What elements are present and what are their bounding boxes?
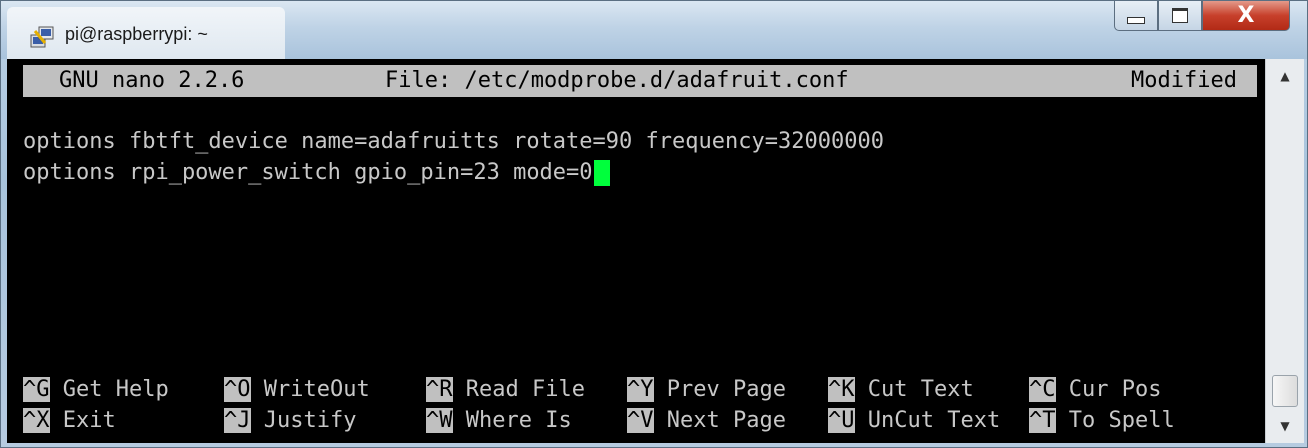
- shortcut-label: UnCut Text: [854, 408, 1001, 433]
- scrollbar-thumb[interactable]: [1272, 375, 1298, 407]
- shortcut-to-spell[interactable]: ^T To Spell: [1029, 406, 1175, 436]
- shortcut-writeout[interactable]: ^O WriteOut: [224, 375, 370, 405]
- nano-header-bar: GNU nano 2.2.6 File: /etc/modprobe.d/ada…: [23, 65, 1257, 97]
- shortcut-read-file[interactable]: ^R Read File: [426, 375, 585, 405]
- close-button[interactable]: X: [1202, 1, 1290, 31]
- shortcut-exit[interactable]: ^X Exit: [23, 406, 116, 436]
- title-tab: pi@raspberrypi: ~: [7, 7, 285, 59]
- shortcut-key: ^O: [224, 377, 251, 402]
- nano-modified-status: Modified: [1131, 68, 1237, 93]
- shortcut-key: ^U: [828, 408, 855, 433]
- editor-line-1[interactable]: options fbtft_device name=adafruitts rot…: [23, 127, 884, 157]
- editor-line-2[interactable]: options rpi_power_switch gpio_pin=23 mod…: [23, 158, 610, 188]
- shortcut-justify[interactable]: ^J Justify: [224, 406, 356, 436]
- minimize-button[interactable]: [1114, 1, 1158, 31]
- maximize-button[interactable]: [1158, 1, 1202, 31]
- scroll-up-arrow-icon[interactable]: ▲: [1266, 61, 1304, 91]
- title-bar[interactable]: pi@raspberrypi: ~ X: [1, 1, 1307, 59]
- shortcut-label: Prev Page: [653, 377, 786, 402]
- shortcut-key: ^C: [1029, 377, 1056, 402]
- editor-line-1-text: options fbtft_device name=adafruitts rot…: [23, 129, 884, 154]
- shortcut-get-help[interactable]: ^G Get Help: [23, 375, 169, 405]
- shortcut-key: ^X: [23, 408, 50, 433]
- vertical-scrollbar[interactable]: ▲ ▼: [1265, 59, 1304, 443]
- shortcut-key: ^V: [627, 408, 654, 433]
- shortcut-label: WriteOut: [250, 377, 370, 402]
- shortcut-label: To Spell: [1055, 408, 1175, 433]
- shortcut-label: Where Is: [452, 408, 572, 433]
- shortcut-label: Cut Text: [854, 377, 974, 402]
- maximize-icon: [1172, 8, 1188, 23]
- shortcut-key: ^Y: [627, 377, 654, 402]
- terminal-area[interactable]: GNU nano 2.2.6 File: /etc/modprobe.d/ada…: [7, 59, 1265, 443]
- shortcut-label: Read File: [452, 377, 585, 402]
- window-title: pi@raspberrypi: ~: [65, 24, 208, 44]
- shortcut-label: Justify: [250, 408, 357, 433]
- shortcut-cur-pos[interactable]: ^C Cur Pos: [1029, 375, 1161, 405]
- nano-file-path: File: /etc/modprobe.d/adafruit.conf: [385, 68, 849, 93]
- shortcut-label: Exit: [49, 408, 116, 433]
- editor-line-2-text: options rpi_power_switch gpio_pin=23 mod…: [23, 160, 593, 185]
- shortcut-uncut-text[interactable]: ^U UnCut Text: [828, 406, 1000, 436]
- close-icon: X: [1237, 3, 1255, 28]
- text-cursor: [593, 160, 610, 186]
- shortcut-key: ^W: [426, 408, 453, 433]
- shortcut-next-page[interactable]: ^V Next Page: [627, 406, 786, 436]
- putty-icon: [30, 26, 54, 48]
- shortcut-label: Get Help: [49, 377, 169, 402]
- minimize-icon: [1127, 17, 1145, 24]
- shortcut-label: Next Page: [653, 408, 786, 433]
- shortcut-prev-page[interactable]: ^Y Prev Page: [627, 375, 786, 405]
- shortcut-label: Cur Pos: [1055, 377, 1162, 402]
- shortcut-where-is[interactable]: ^W Where Is: [426, 406, 572, 436]
- shortcut-key: ^G: [23, 377, 50, 402]
- shortcut-key: ^K: [828, 377, 855, 402]
- shortcut-key: ^R: [426, 377, 453, 402]
- scroll-down-arrow-icon[interactable]: ▼: [1266, 411, 1304, 441]
- putty-window: pi@raspberrypi: ~ X GNU nano 2.2.6 File:…: [0, 0, 1308, 448]
- nano-version: GNU nano 2.2.6: [59, 68, 245, 93]
- shortcut-key: ^T: [1029, 408, 1056, 433]
- shortcut-key: ^J: [224, 408, 251, 433]
- shortcut-cut-text[interactable]: ^K Cut Text: [828, 375, 974, 405]
